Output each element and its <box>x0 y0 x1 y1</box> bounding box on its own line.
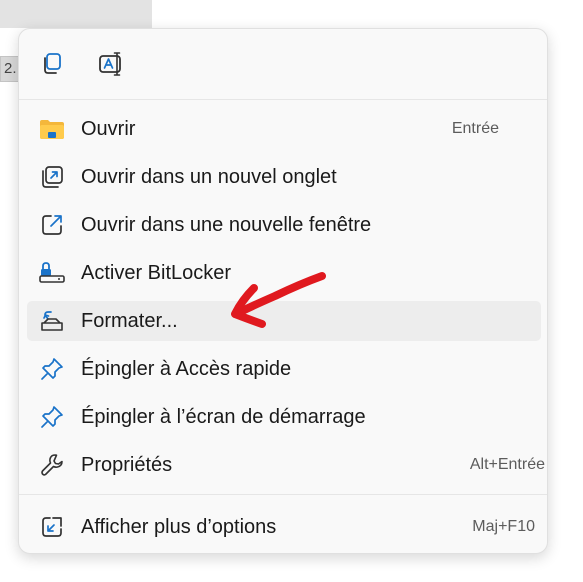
menu-item-format[interactable]: Formater... <box>27 301 541 341</box>
pin-icon <box>39 405 65 429</box>
background-cell: 2. <box>0 56 20 82</box>
menu-item-more-options[interactable]: Afficher plus d’options Maj+F10 <box>27 507 541 547</box>
menu-item-properties[interactable]: Propriétés Alt+Entrée <box>27 445 545 485</box>
menu-item-label: Épingler à Accès rapide <box>81 358 292 380</box>
menu-item-shortcut: Maj+F10 <box>472 518 535 535</box>
menu-item-shortcut: Entrée <box>451 120 499 137</box>
copy-button[interactable] <box>37 49 67 79</box>
menu-item-label: Afficher plus d’options <box>81 516 277 538</box>
menu-item-label: Ouvrir <box>81 118 136 140</box>
context-menu-toolbar <box>19 29 547 99</box>
new-window-icon <box>39 213 65 237</box>
rename-button[interactable] <box>97 49 127 79</box>
pin-icon <box>39 357 65 381</box>
menu-item-label: Propriétés <box>81 454 173 476</box>
bitlocker-icon <box>39 261 65 285</box>
context-menu: Ouvrir Entrée Ouvrir dans un nouvel ongl… <box>18 28 548 554</box>
copy-icon <box>44 53 61 74</box>
more-options-icon <box>39 515 65 539</box>
menu-item-label: Formater... <box>81 310 178 332</box>
menu-item-pin-quick-access[interactable]: Épingler à Accès rapide <box>27 349 541 389</box>
toolbar-separator <box>19 99 547 100</box>
options-separator <box>19 494 547 495</box>
rename-icon <box>99 52 121 76</box>
menu-item-open-new-window[interactable]: Ouvrir dans une nouvelle fenêtre <box>27 205 541 245</box>
wrench-icon <box>39 453 65 477</box>
menu-item-open[interactable]: Ouvrir Entrée <box>27 109 541 149</box>
menu-item-bitlocker[interactable]: Activer BitLocker <box>27 253 541 293</box>
menu-item-open-new-tab[interactable]: Ouvrir dans un nouvel onglet <box>27 157 541 197</box>
menu-item-label: Ouvrir dans un nouvel onglet <box>81 166 337 188</box>
menu-item-shortcut: Alt+Entrée <box>469 456 545 473</box>
background-window-strip <box>0 0 152 28</box>
format-icon <box>39 309 65 333</box>
menu-item-label: Activer BitLocker <box>81 262 232 284</box>
folder-icon <box>39 117 65 141</box>
new-tab-icon <box>39 165 65 189</box>
menu-item-label: Épingler à l’écran de démarrage <box>81 406 366 428</box>
menu-item-label: Ouvrir dans une nouvelle fenêtre <box>81 214 372 236</box>
menu-item-pin-start[interactable]: Épingler à l’écran de démarrage <box>27 397 541 437</box>
